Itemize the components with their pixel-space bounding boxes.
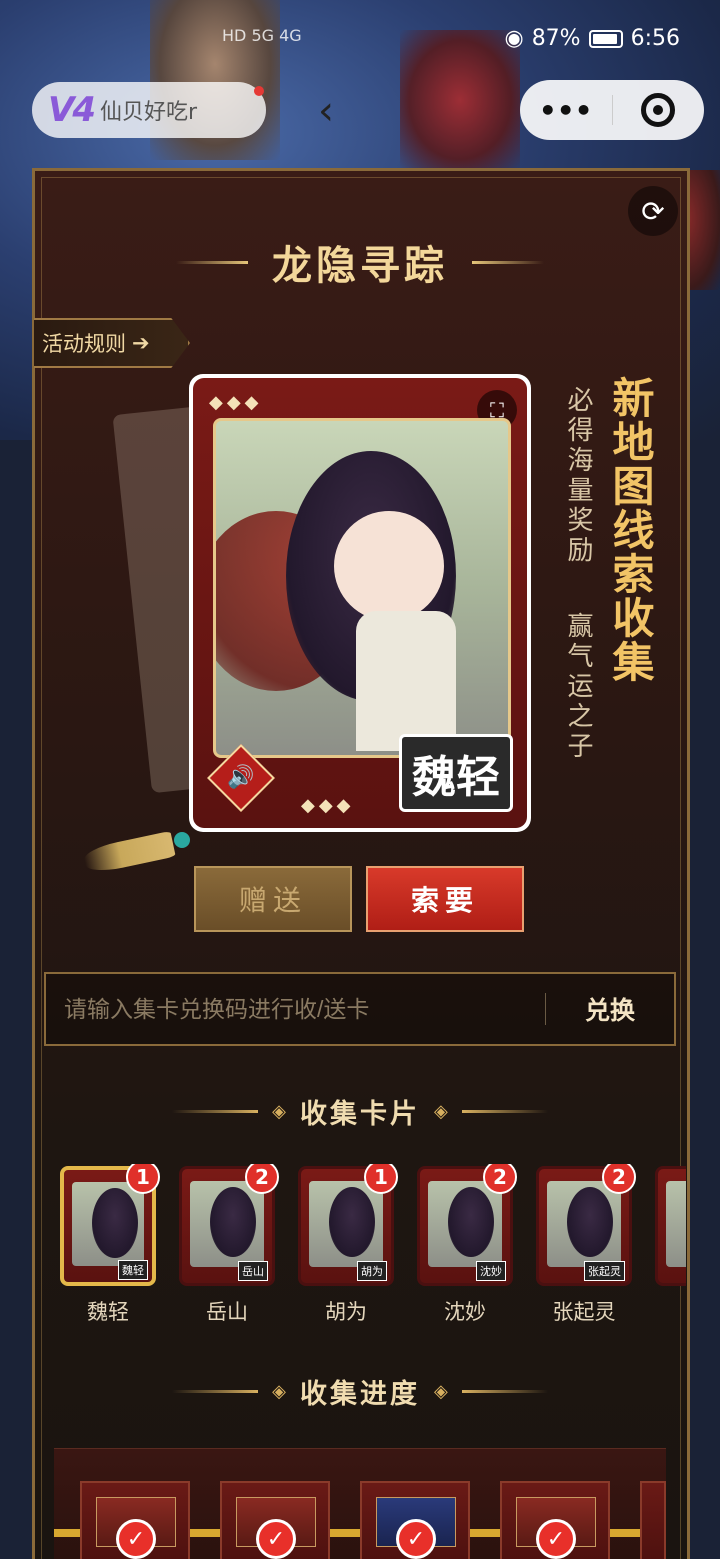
- title-decoration: [176, 260, 248, 264]
- redeem-button[interactable]: 兑换: [546, 991, 674, 1027]
- app-name: 仙贝好吃r: [99, 100, 198, 125]
- progress-heading: ◈ 收集进度 ◈: [0, 1372, 720, 1411]
- reward-chest[interactable]: ✓: [500, 1481, 610, 1559]
- activity-title: 龙隐寻踪: [272, 242, 448, 289]
- check-icon: ✓: [256, 1519, 296, 1559]
- section-title: 收集卡片: [300, 1099, 420, 1130]
- card-item-partial[interactable]: [655, 1164, 686, 1334]
- slogan-line-2: 赢气运之子: [563, 612, 593, 762]
- card-label: 胡为: [325, 1300, 367, 1324]
- reward-chest[interactable]: ✓: [360, 1481, 470, 1559]
- check-icon: ✓: [396, 1519, 436, 1559]
- check-icon: ✓: [116, 1519, 156, 1559]
- refresh-icon[interactable]: ⟳: [628, 186, 678, 236]
- card-label: 沈妙: [444, 1300, 486, 1324]
- card-item[interactable]: 岳山 2 岳山: [179, 1164, 279, 1334]
- redeem-code-input[interactable]: [46, 974, 545, 1044]
- close-button[interactable]: [613, 93, 705, 127]
- reward-chest-partial[interactable]: [640, 1481, 666, 1559]
- card-item[interactable]: 魏轻 1 魏轻: [60, 1164, 160, 1334]
- slogan-main: 新地图线索收集: [606, 376, 655, 684]
- arrow-right-icon: ➔: [132, 331, 150, 355]
- rules-label: 活动规则: [42, 332, 126, 356]
- mini-program-switcher[interactable]: V4 仙贝好吃r: [32, 82, 266, 138]
- tassel-decoration: [82, 824, 194, 876]
- rarity-diamonds: ◆◆◆: [301, 795, 355, 816]
- activity-title-row: 龙隐寻踪: [0, 232, 720, 292]
- section-title: 收集进度: [300, 1379, 420, 1410]
- eye-icon: ◉: [504, 26, 524, 51]
- gift-button[interactable]: 赠送: [194, 866, 352, 932]
- status-bar: HD 5G 4G ◉ 87% 6:56: [0, 0, 720, 80]
- progress-track: ✓ ✓ ✓ ✓: [54, 1448, 666, 1559]
- card-illustration: [213, 418, 511, 758]
- capsule-menu: •••: [520, 80, 704, 140]
- notification-dot: [254, 86, 264, 96]
- reward-chest[interactable]: ✓: [220, 1481, 330, 1559]
- battery-percent: 87%: [531, 26, 581, 51]
- back-icon[interactable]: ‹: [318, 88, 334, 134]
- collect-cards-heading: ◈ 收集卡片 ◈: [0, 1092, 720, 1131]
- slogan-line-1: 必得海量奖励: [563, 386, 593, 566]
- app-logo: V4: [48, 90, 96, 130]
- check-icon: ✓: [536, 1519, 576, 1559]
- rules-button[interactable]: 活动规则 ➔: [34, 318, 190, 368]
- card-label: 张起灵: [552, 1300, 616, 1324]
- clock: 6:56: [630, 26, 680, 51]
- card-label: 岳山: [206, 1300, 248, 1324]
- featured-card[interactable]: ◆◆◆ ⛶ 🔊 ◆◆◆ 魏轻: [189, 374, 531, 832]
- card-item[interactable]: 张起灵 2 张起灵: [536, 1164, 636, 1334]
- ask-button[interactable]: 索要: [366, 866, 524, 932]
- network-indicator: HD 5G 4G: [222, 26, 302, 45]
- title-decoration: [472, 260, 544, 264]
- redeem-code-box: 兑换: [44, 972, 676, 1046]
- card-item[interactable]: 胡为 1 胡为: [298, 1164, 398, 1334]
- rarity-diamonds: ◆◆◆: [209, 392, 263, 413]
- close-icon: [641, 93, 676, 127]
- reward-chest[interactable]: ✓: [80, 1481, 190, 1559]
- card-name: 魏轻: [399, 734, 513, 812]
- more-button[interactable]: •••: [520, 94, 612, 127]
- card-item[interactable]: 沈妙 2 沈妙: [417, 1164, 517, 1334]
- card-label: 魏轻: [87, 1300, 129, 1324]
- battery-icon: [588, 29, 623, 48]
- card-list[interactable]: 魏轻 1 魏轻 岳山 2 岳山 胡为 1 胡为 沈妙 2 沈妙 张起灵 2 张起…: [60, 1164, 686, 1334]
